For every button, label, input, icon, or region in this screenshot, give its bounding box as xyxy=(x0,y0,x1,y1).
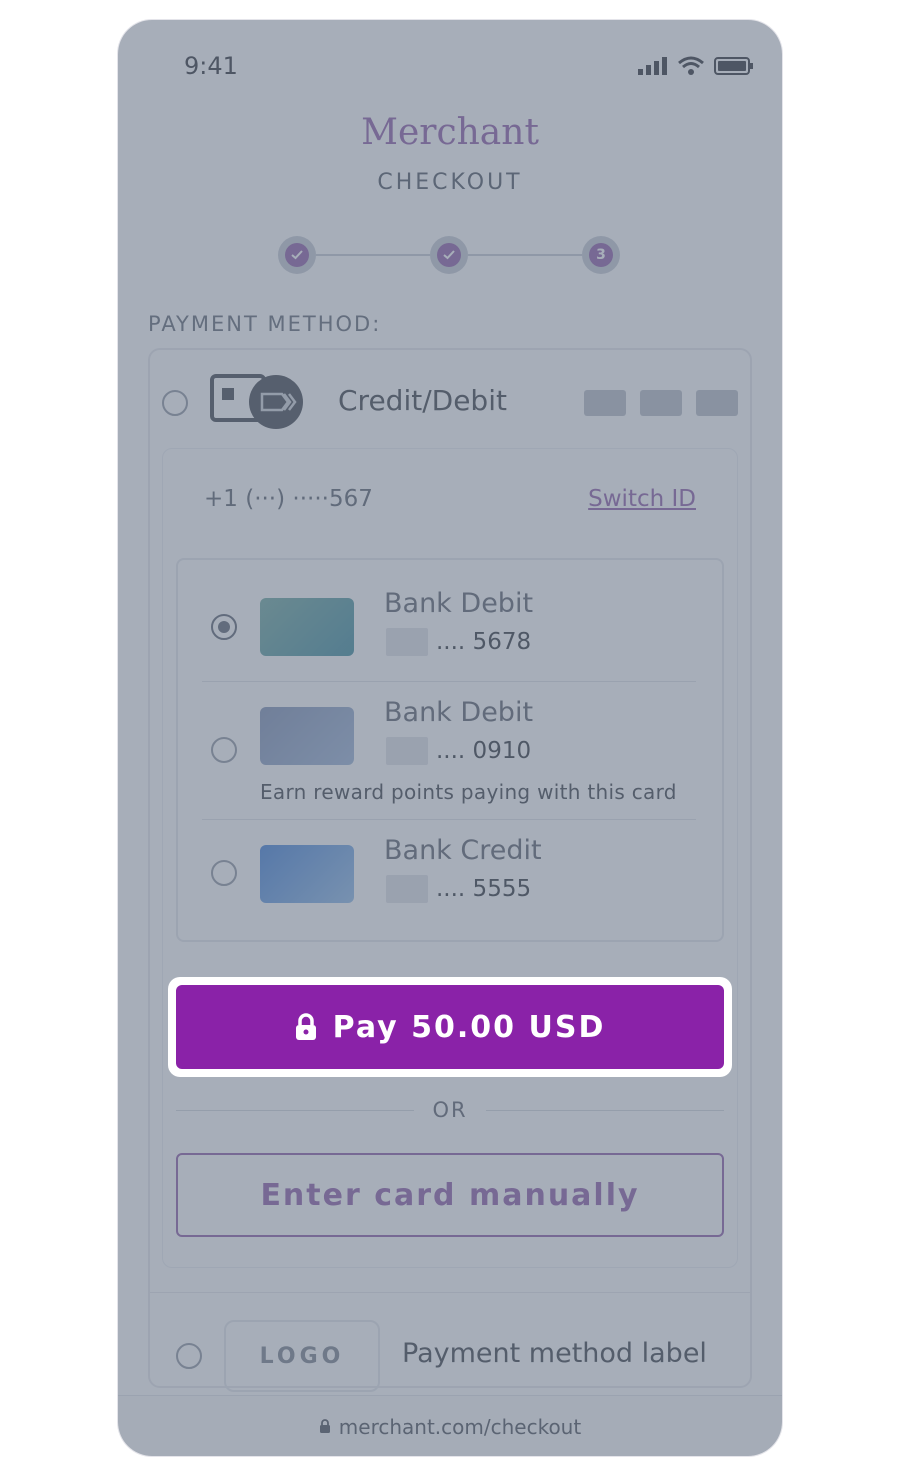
card-brand-logo xyxy=(696,390,738,416)
progress-stepper: 3 xyxy=(278,236,622,276)
card-brand-mark xyxy=(386,737,428,765)
step-connector xyxy=(316,254,430,256)
card-number: .... 5678 xyxy=(386,628,531,656)
pay-button-label: Pay 50.00 USD xyxy=(332,1009,606,1045)
check-icon xyxy=(443,250,455,260)
card-name: Bank Debit xyxy=(384,588,534,619)
card-brand-logos xyxy=(584,390,738,416)
signal-icon xyxy=(638,57,667,75)
card-divider xyxy=(202,819,696,820)
enter-card-manually-button[interactable]: Enter card manually xyxy=(176,1153,724,1237)
card-last4: .... 5555 xyxy=(436,876,532,902)
step-3: 3 xyxy=(582,236,620,274)
lock-icon xyxy=(295,1013,316,1040)
card-divider xyxy=(202,681,696,682)
card-last4: .... 5678 xyxy=(436,629,532,655)
card-radio[interactable] xyxy=(211,860,237,886)
credit-debit-title: Credit/Debit xyxy=(338,384,507,417)
lock-icon xyxy=(319,1419,330,1433)
card-brand-mark xyxy=(386,875,428,903)
section-divider xyxy=(148,1292,752,1293)
step-connector xyxy=(468,254,582,256)
card-thumbnail xyxy=(260,845,354,903)
step-3-number: 3 xyxy=(589,243,613,267)
status-time: 9:41 xyxy=(184,52,238,80)
check-icon xyxy=(291,250,303,260)
or-text: OR xyxy=(432,1098,468,1122)
card-name: Bank Credit xyxy=(384,835,542,866)
url-text: merchant.com/checkout xyxy=(338,1414,582,1439)
card-number: .... 0910 xyxy=(386,737,531,765)
credit-debit-radio[interactable] xyxy=(162,390,188,416)
checkout-subtitle: CHECKOUT xyxy=(377,170,523,195)
phone-frame: 9:41 Merchant CHECKOUT 3 PAYMENT METHOD:… xyxy=(118,20,782,1456)
card-brand-mark xyxy=(386,628,428,656)
merchant-name: Merchant xyxy=(361,112,539,153)
masked-phone-number: +1 (···) ·····567 xyxy=(204,486,373,512)
card-brand-logo xyxy=(640,390,682,416)
step-1 xyxy=(278,236,316,274)
card-brand-logo xyxy=(584,390,626,416)
card-thumbnail xyxy=(260,707,354,765)
payment-method-name: Payment method label xyxy=(402,1338,707,1369)
status-icons xyxy=(638,56,754,76)
battery-icon xyxy=(714,57,753,75)
card-number: .... 5555 xyxy=(386,875,531,903)
other-method-radio[interactable] xyxy=(176,1343,202,1369)
card-thumbnail xyxy=(260,598,354,656)
pay-button[interactable]: Pay 50.00 USD xyxy=(176,985,724,1069)
switch-id-link[interactable]: Switch ID xyxy=(588,486,696,512)
step-2 xyxy=(430,236,468,274)
card-last4: .... 0910 xyxy=(436,738,532,764)
card-wallet-icon xyxy=(210,374,303,429)
card-radio-selected[interactable] xyxy=(211,614,237,640)
card-name: Bank Debit xyxy=(384,697,534,728)
reward-note: Earn reward points paying with this card xyxy=(260,780,677,804)
card-radio[interactable] xyxy=(211,737,237,763)
payment-method-logo: LOGO xyxy=(224,1320,380,1392)
wifi-icon xyxy=(678,56,704,75)
payment-method-label: PAYMENT METHOD: xyxy=(148,312,382,336)
url-bar: merchant.com/checkout xyxy=(118,1395,782,1456)
or-separator: OR xyxy=(176,1098,724,1122)
